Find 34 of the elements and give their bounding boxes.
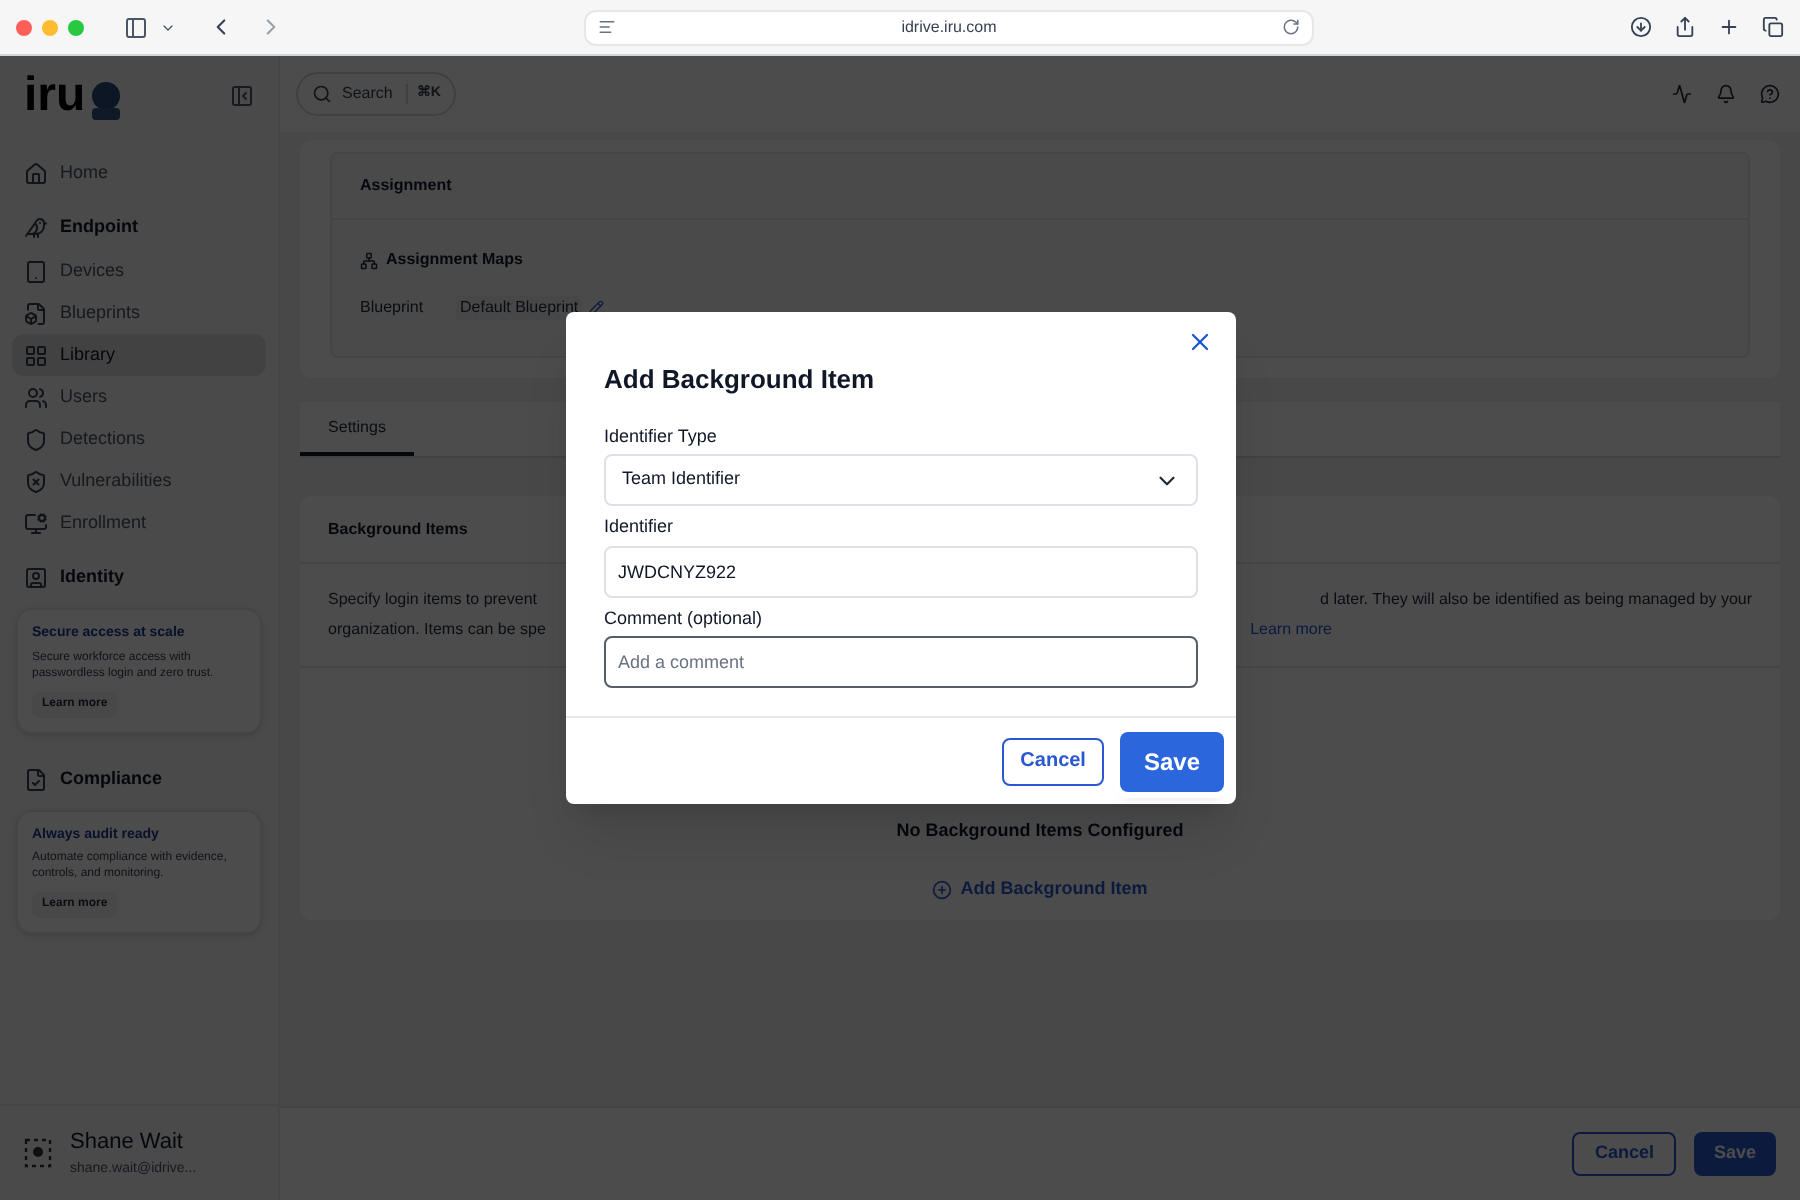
learn-more-link[interactable]: Learn more xyxy=(1250,618,1332,642)
reload-icon[interactable] xyxy=(1281,18,1300,36)
section-title: Assignment Maps xyxy=(386,248,523,272)
user-name: Shane Wait xyxy=(70,1128,185,1158)
section-heading: Compliance xyxy=(60,765,163,792)
url-text: idrive.iru.com xyxy=(901,15,997,39)
sidebar-toggle-icon[interactable] xyxy=(124,15,148,39)
field-label: Identifier xyxy=(604,514,676,540)
save-button[interactable]: Save xyxy=(1119,731,1224,791)
description-text: organization. Items can be spe xyxy=(328,618,546,642)
modal-title: Add Background Item xyxy=(604,362,877,398)
tabs-overview-icon[interactable] xyxy=(1762,16,1784,38)
field-label: Identifier Type xyxy=(604,423,719,450)
card-title: Background Items xyxy=(328,517,468,541)
page-menu-icon[interactable] xyxy=(598,18,616,36)
empty-state-text: No Background Items Configured xyxy=(896,817,1184,844)
field-label: Comment (optional) xyxy=(604,605,765,632)
description-text: d later. They will also be identified as being managed by your xyxy=(1320,588,1752,612)
blueprint-label: Blueprint xyxy=(360,296,426,320)
description-text: Specify login items to prevent xyxy=(328,588,537,612)
share-icon[interactable] xyxy=(1674,16,1696,38)
select-field[interactable]: Team Identifier xyxy=(604,454,1198,506)
input-field[interactable]: JWDCNYZ922 xyxy=(604,545,1198,597)
download-icon[interactable] xyxy=(1630,16,1652,38)
address-bar[interactable]: idrive.iru.com xyxy=(584,9,1314,45)
section-heading: Endpoint xyxy=(60,214,138,241)
logo: iru xyxy=(24,72,86,120)
cancel-button[interactable]: Cancel xyxy=(1002,737,1104,785)
input-field[interactable]: Add a comment xyxy=(604,636,1198,688)
close-icon[interactable] xyxy=(1186,328,1214,356)
panel-title: Assignment xyxy=(360,174,452,198)
new-tab-icon[interactable] xyxy=(1718,16,1740,38)
section-heading: Identity xyxy=(60,564,125,591)
close-window-icon[interactable] xyxy=(16,19,32,35)
